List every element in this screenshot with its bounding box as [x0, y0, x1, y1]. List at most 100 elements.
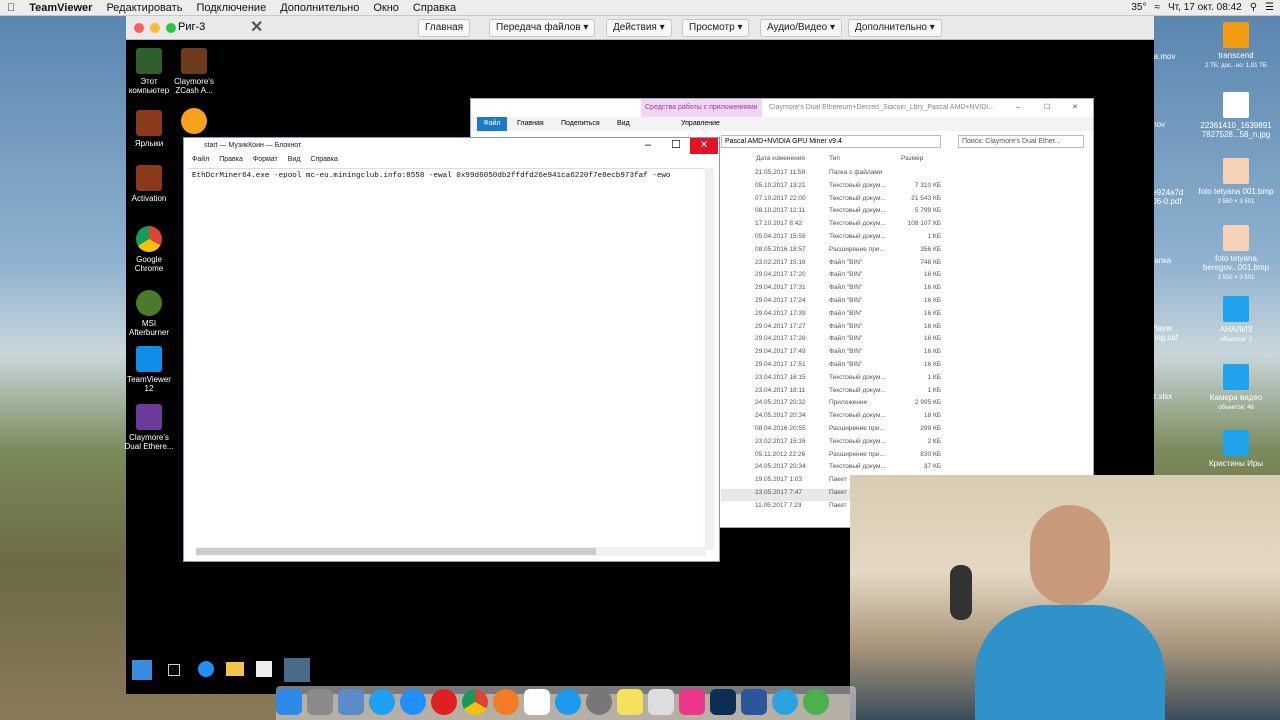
file-row[interactable]: 29.04.2017 17:28 Файл "BIN" 16 КБ [721, 335, 971, 347]
archive-icon[interactable] [648, 689, 674, 715]
close-icon[interactable] [134, 23, 144, 33]
desktop-partial-mov[interactable]: ка.mov [1150, 52, 1186, 61]
menu-file[interactable]: Файл [192, 156, 209, 166]
ribbon-manage-tab[interactable]: Управление [681, 117, 720, 131]
address-bar[interactable]: Pascal AMD+NVIDIA GPU Miner v9.4 [721, 135, 941, 148]
file-row[interactable]: 08.05.2016 18:57 Расширение при... 356 КБ [721, 246, 971, 258]
win-icon-claymore-zcash[interactable]: Claymore's ZCash A... [168, 48, 220, 95]
desktop-partial-folder[interactable]: папка [1150, 256, 1186, 265]
file-row[interactable]: 29.04.2017 17:51 Файл "BIN" 16 КБ [721, 361, 971, 373]
ribbon-file-tab[interactable]: Файл [477, 117, 507, 131]
end-session-icon[interactable]: ✕ [250, 17, 263, 37]
photoshop-icon[interactable] [710, 689, 736, 715]
ribbon-home-tab[interactable]: Главная [517, 117, 544, 131]
file-row[interactable]: 08.04.2016 20:55 Расширение при... 299 КБ [721, 425, 971, 437]
file-row[interactable]: 05.10.2017 13:21 Текстовый докум... 7 310 … [721, 182, 971, 194]
apple-icon[interactable]:  [0, 0, 22, 16]
desktop-partial-xlsx[interactable]: st.xlsx [1150, 392, 1186, 401]
file-row[interactable]: 23.04.2017 18:11 Текстовый докум... 1 КБ [721, 387, 971, 399]
telegram-icon[interactable] [772, 689, 798, 715]
desktop-folder-analiz[interactable]: АНАЛИЗ объектов: 2 [1196, 296, 1276, 345]
menu-edit[interactable]: Редактировать [99, 0, 189, 16]
settings-icon[interactable] [586, 689, 612, 715]
win-icon-chrome[interactable]: Google Chrome [123, 226, 175, 273]
desktop-icon-jpg[interactable]: 22361410_1639891 7827528...58_n.jpg [1196, 92, 1276, 139]
file-row[interactable]: 17.10.2017 8:42 Текстовый докум... 108 107… [721, 220, 971, 232]
file-row[interactable]: 07.10.2017 22:00 Текстовый докум... 21 543… [721, 195, 971, 207]
opera-icon[interactable] [431, 689, 457, 715]
search-icon[interactable]: ⚲ [1250, 0, 1257, 16]
edge-icon[interactable] [198, 661, 214, 677]
search-input[interactable]: Поиск: Claymore's Dual Ether... [958, 135, 1084, 148]
tv-file-transfer-button[interactable]: Передача файлов ▾ [489, 19, 596, 37]
notepad-text-area[interactable]: EthDcrMiner64.exe -epool mc-eu.miningclu… [188, 168, 711, 550]
notepad-task-icon[interactable] [284, 658, 310, 682]
desktop-folder-kristiny[interactable]: Кристины Иры [1196, 430, 1276, 468]
horizontal-scrollbar[interactable] [196, 547, 706, 556]
twitter-icon[interactable] [369, 689, 395, 715]
photos-icon[interactable] [338, 689, 364, 715]
menu-edit[interactable]: Правка [219, 156, 243, 166]
calendar-icon[interactable] [524, 689, 550, 715]
menu-window[interactable]: Окно [366, 0, 406, 16]
desktop-folder-camera[interactable]: Камера видео объектов: 46 [1196, 364, 1276, 413]
win-icon-claymore-dual[interactable]: Claymore's Dual Ethere... [123, 404, 175, 451]
store-icon[interactable] [256, 661, 272, 677]
desktop-partial-mov2[interactable]: mov [1150, 120, 1186, 129]
chrome-icon[interactable] [462, 689, 488, 715]
file-row[interactable]: 24.05.2017 20:32 Приложение 2 995 КБ [721, 399, 971, 411]
minimize-icon[interactable]: – [1016, 99, 1020, 117]
menu-help[interactable]: Справка [310, 156, 337, 166]
menu-extra[interactable]: Дополнительно [273, 0, 366, 16]
tv-actions-button[interactable]: Действия ▾ [606, 19, 672, 37]
tv-extra-button[interactable]: Дополнительно ▾ [848, 19, 942, 37]
ribbon-share-tab[interactable]: Поделиться [561, 117, 600, 131]
file-row[interactable]: 29.04.2017 17:31 Файл "BIN" 16 КБ [721, 284, 971, 296]
itunes-icon[interactable] [679, 689, 705, 715]
maximize-icon[interactable]: ☐ [662, 138, 690, 154]
zoom-icon[interactable] [166, 23, 176, 33]
file-row[interactable]: 24.05.2017 20:34 Текстовый докум... 37 КБ [721, 463, 971, 475]
win-icon-activation[interactable]: Activation [123, 165, 175, 203]
word-icon[interactable] [741, 689, 767, 715]
menu-connection[interactable]: Подключение [189, 0, 273, 16]
windows-start-icon[interactable] [132, 660, 152, 680]
clock[interactable]: Чт, 17 окт. 08:42 [1168, 0, 1242, 16]
file-row[interactable]: 23.04.2017 16:15 Текстовый докум... 1 КБ [721, 374, 971, 386]
file-row[interactable]: 05.11.2012 22:26 Расширение при... 830 КБ [721, 451, 971, 463]
file-row[interactable]: 21.05.2017 11:58 Папка с файлами [721, 169, 971, 181]
scroll-thumb[interactable] [196, 548, 596, 555]
desktop-icon-foto2[interactable]: foto tetyana beregov...001.bmp 2 550 × 3 … [1196, 225, 1276, 283]
wifi-icon[interactable]: ≈ [1155, 0, 1161, 16]
menu-list-icon[interactable]: ☰ [1265, 0, 1274, 16]
close-icon[interactable]: ✕ [690, 138, 718, 154]
task-view-icon[interactable] [168, 664, 180, 676]
tv-home-button[interactable]: Главная [418, 19, 471, 37]
col-date[interactable]: Дата изменения [756, 155, 805, 162]
minimize-icon[interactable]: – [634, 138, 662, 154]
win-icon-afterburner[interactable]: MSI Afterburner [123, 290, 175, 337]
col-size[interactable]: Размер [901, 155, 923, 162]
file-row[interactable]: 29.04.2017 17:49 Файл "BIN" 16 КБ [721, 348, 971, 360]
file-row[interactable]: 23.02.2017 15:16 Текстовый докум... 2 КБ [721, 438, 971, 450]
tv-audio-video-button[interactable]: Аудио/Видео ▾ [760, 19, 842, 37]
finder-icon[interactable] [276, 689, 302, 715]
win-icon-teamviewer[interactable]: TeamViewer 12 [123, 346, 175, 393]
desktop-partial-pdf[interactable]: fe924a7d .06-0.pdf [1150, 188, 1186, 206]
file-row[interactable]: 23.02.2017 15:16 Файл "BIN" 748 КБ [721, 259, 971, 271]
maximize-icon[interactable]: ☐ [1044, 99, 1050, 117]
file-row[interactable]: 29.04.2017 17:24 Файл "BIN" 16 КБ [721, 297, 971, 309]
menu-help[interactable]: Справка [406, 0, 463, 16]
explorer-icon[interactable] [226, 662, 244, 676]
file-row[interactable]: 05.04.2017 15:59 Текстовый докум... 1 КБ [721, 233, 971, 245]
file-row[interactable]: 24.05.2017 20:34 Текстовый докум... 18 КБ [721, 412, 971, 424]
temperature-indicator[interactable]: 35° [1131, 0, 1146, 16]
menu-view[interactable]: Вид [288, 156, 301, 166]
win-icon-orange[interactable] [168, 108, 220, 137]
menubar-app-name[interactable]: TeamViewer [22, 0, 99, 16]
launchpad-icon[interactable] [307, 689, 333, 715]
col-type[interactable]: Тип [829, 155, 840, 162]
context-tab[interactable]: Средства работы с приложениями [641, 99, 762, 117]
close-icon[interactable]: ✕ [1072, 99, 1078, 117]
ribbon-view-tab[interactable]: Вид [617, 117, 630, 131]
